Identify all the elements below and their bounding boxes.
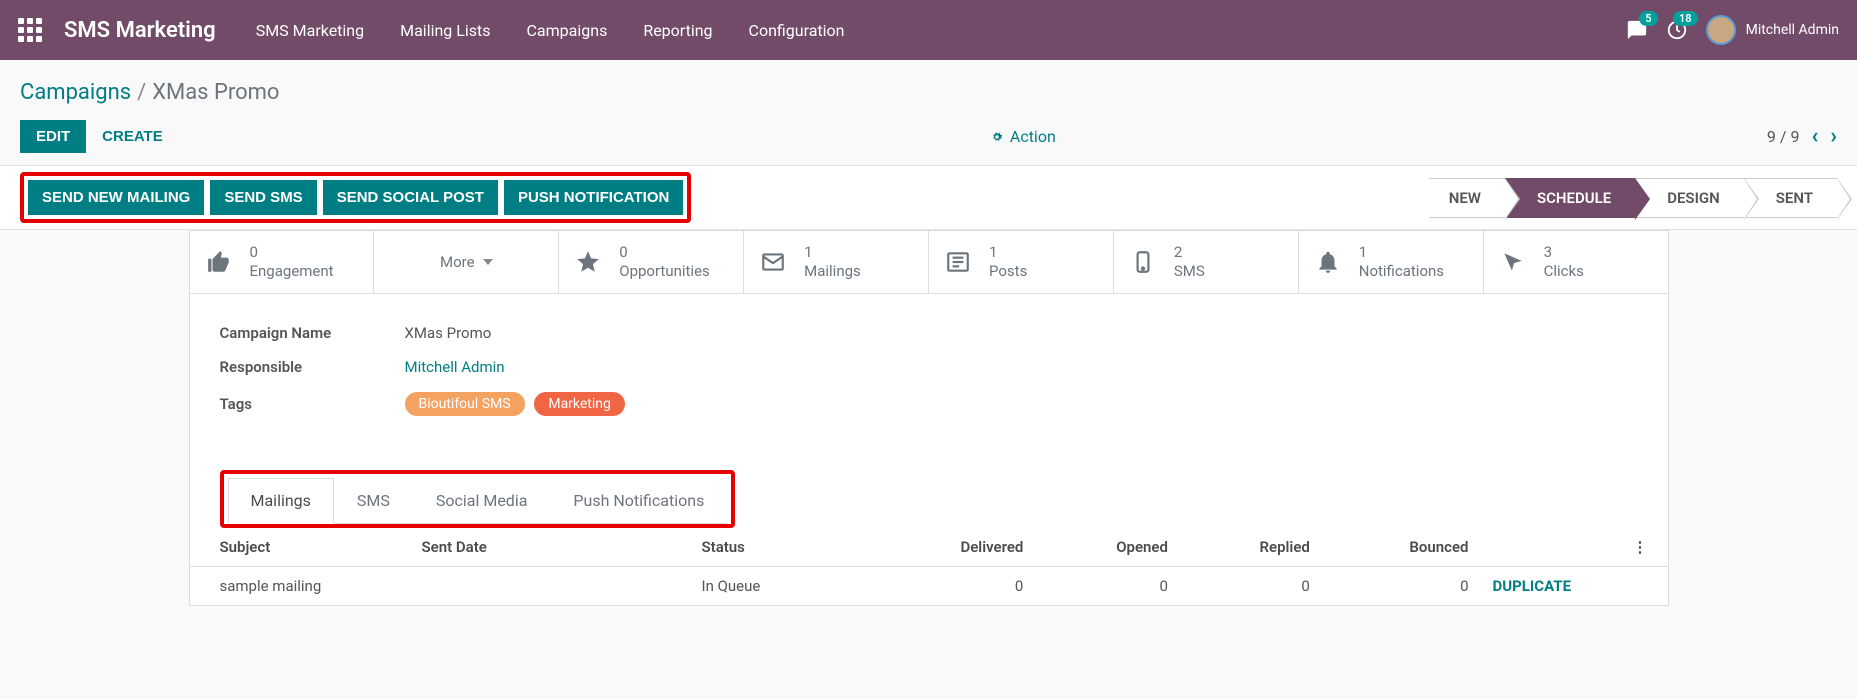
stat-posts[interactable]: 1Posts [929,231,1114,293]
campaign-name-value: XMas Promo [405,324,492,342]
nav-mailing-lists[interactable]: Mailing Lists [400,21,490,40]
nav-reporting[interactable]: Reporting [643,21,712,40]
cell-replied: 0 [1180,566,1322,605]
tab-social-media[interactable]: Social Media [413,478,551,523]
th-status[interactable]: Status [690,528,870,567]
app-title[interactable]: SMS Marketing [64,18,216,43]
stat-sms[interactable]: 2SMS [1114,231,1299,293]
stat-more-dropdown[interactable]: More [374,231,559,293]
create-button[interactable]: Create [86,120,179,153]
cell-subject: sample mailing [190,566,410,605]
tags-value: Bioutifoul SMS Marketing [405,392,631,416]
tags-label: Tags [220,395,405,413]
tag-item[interactable]: Marketing [534,392,625,416]
status-steps: New Schedule Design Sent [1429,178,1837,218]
activity-icon[interactable]: 18 [1666,19,1688,41]
edit-button[interactable]: Edit [20,120,86,153]
stat-mailings[interactable]: 1Mailings [744,231,929,293]
avatar [1706,15,1736,45]
campaign-name-label: Campaign Name [220,324,405,342]
breadcrumb-current: XMas Promo [152,80,279,105]
chat-icon[interactable]: 5 [1626,19,1648,41]
status-new[interactable]: New [1429,178,1505,218]
stat-opportunities[interactable]: 0Opportunities [559,231,744,293]
th-replied[interactable]: Replied [1180,528,1322,567]
cell-bounced: 0 [1322,566,1481,605]
nav-sms-marketing[interactable]: SMS Marketing [256,21,364,40]
pager-next[interactable]: › [1830,124,1837,149]
more-label: More [440,253,475,271]
apps-icon[interactable] [18,18,42,42]
user-name: Mitchell Admin [1746,22,1839,38]
navbar-menu: SMS Marketing Mailing Lists Campaigns Re… [256,21,845,40]
status-schedule[interactable]: Schedule [1505,178,1635,218]
nav-configuration[interactable]: Configuration [749,21,845,40]
stat-notifications[interactable]: 1Notifications [1299,231,1484,293]
responsible-label: Responsible [220,358,405,376]
tabs: Mailings SMS Social Media Push Notificat… [228,478,728,524]
stat-engagement[interactable]: 0Engagement [190,231,375,293]
tabs-highlight: Mailings SMS Social Media Push Notificat… [220,470,736,528]
th-action [1481,528,1621,567]
push-notification-button[interactable]: Push Notification [504,180,683,215]
th-bounced[interactable]: Bounced [1322,528,1481,567]
action-menu[interactable]: Action [990,127,1056,146]
status-design[interactable]: Design [1635,178,1744,218]
th-subject[interactable]: Subject [190,528,410,567]
form-sheet: 0Engagement More 0Opportunities 1Mailing… [189,230,1669,606]
pager-value[interactable]: 9 / 9 [1767,127,1800,146]
table-row[interactable]: sample mailing In Queue 0 0 0 0 DUPLICAT… [190,566,1668,605]
nav-campaigns[interactable]: Campaigns [527,21,608,40]
pager-prev[interactable]: ‹ [1811,124,1818,149]
th-sent-date[interactable]: Sent Date [410,528,690,567]
cursor-icon [1500,249,1530,275]
send-buttons-highlight: Send New Mailing Send SMS Send Social Po… [20,172,691,223]
breadcrumb-parent[interactable]: Campaigns [20,80,131,105]
chevron-down-icon [483,259,493,270]
cell-status: In Queue [690,566,870,605]
mobile-icon [1130,249,1160,275]
activity-badge: 18 [1673,11,1698,26]
send-sms-button[interactable]: Send SMS [210,180,316,215]
duplicate-button[interactable]: DUPLICATE [1493,577,1572,595]
stat-buttons: 0Engagement More 0Opportunities 1Mailing… [190,231,1668,294]
responsible-value[interactable]: Mitchell Admin [405,358,505,376]
envelope-icon [760,249,790,275]
newspaper-icon [945,249,975,275]
stat-clicks[interactable]: 3Clicks [1484,231,1668,293]
th-options[interactable]: ⋮ [1621,528,1668,567]
gear-icon [990,130,1004,144]
star-icon [575,249,605,275]
cell-opened: 0 [1035,566,1180,605]
breadcrumb-separator: / [137,80,146,105]
tab-sms[interactable]: SMS [334,478,413,523]
mailings-table: Subject Sent Date Status Delivered Opene… [190,528,1668,605]
tab-mailings[interactable]: Mailings [228,478,334,524]
chat-badge: 5 [1639,11,1657,26]
user-menu[interactable]: Mitchell Admin [1706,15,1839,45]
tag-item[interactable]: Bioutifoul SMS [405,392,525,416]
send-new-mailing-button[interactable]: Send New Mailing [28,180,204,215]
th-delivered[interactable]: Delivered [870,528,1036,567]
breadcrumb: Campaigns / XMas Promo [20,80,1837,105]
bell-icon [1315,249,1345,275]
cell-delivered: 0 [870,566,1036,605]
cell-sent-date [410,566,690,605]
navbar: SMS Marketing SMS Marketing Mailing List… [0,0,1857,60]
send-social-post-button[interactable]: Send Social Post [323,180,498,215]
tab-push-notifications[interactable]: Push Notifications [550,478,727,523]
th-opened[interactable]: Opened [1035,528,1180,567]
thumbs-up-icon [206,249,236,275]
pager: 9 / 9 ‹ › [1767,124,1837,149]
action-label: Action [1010,127,1056,146]
